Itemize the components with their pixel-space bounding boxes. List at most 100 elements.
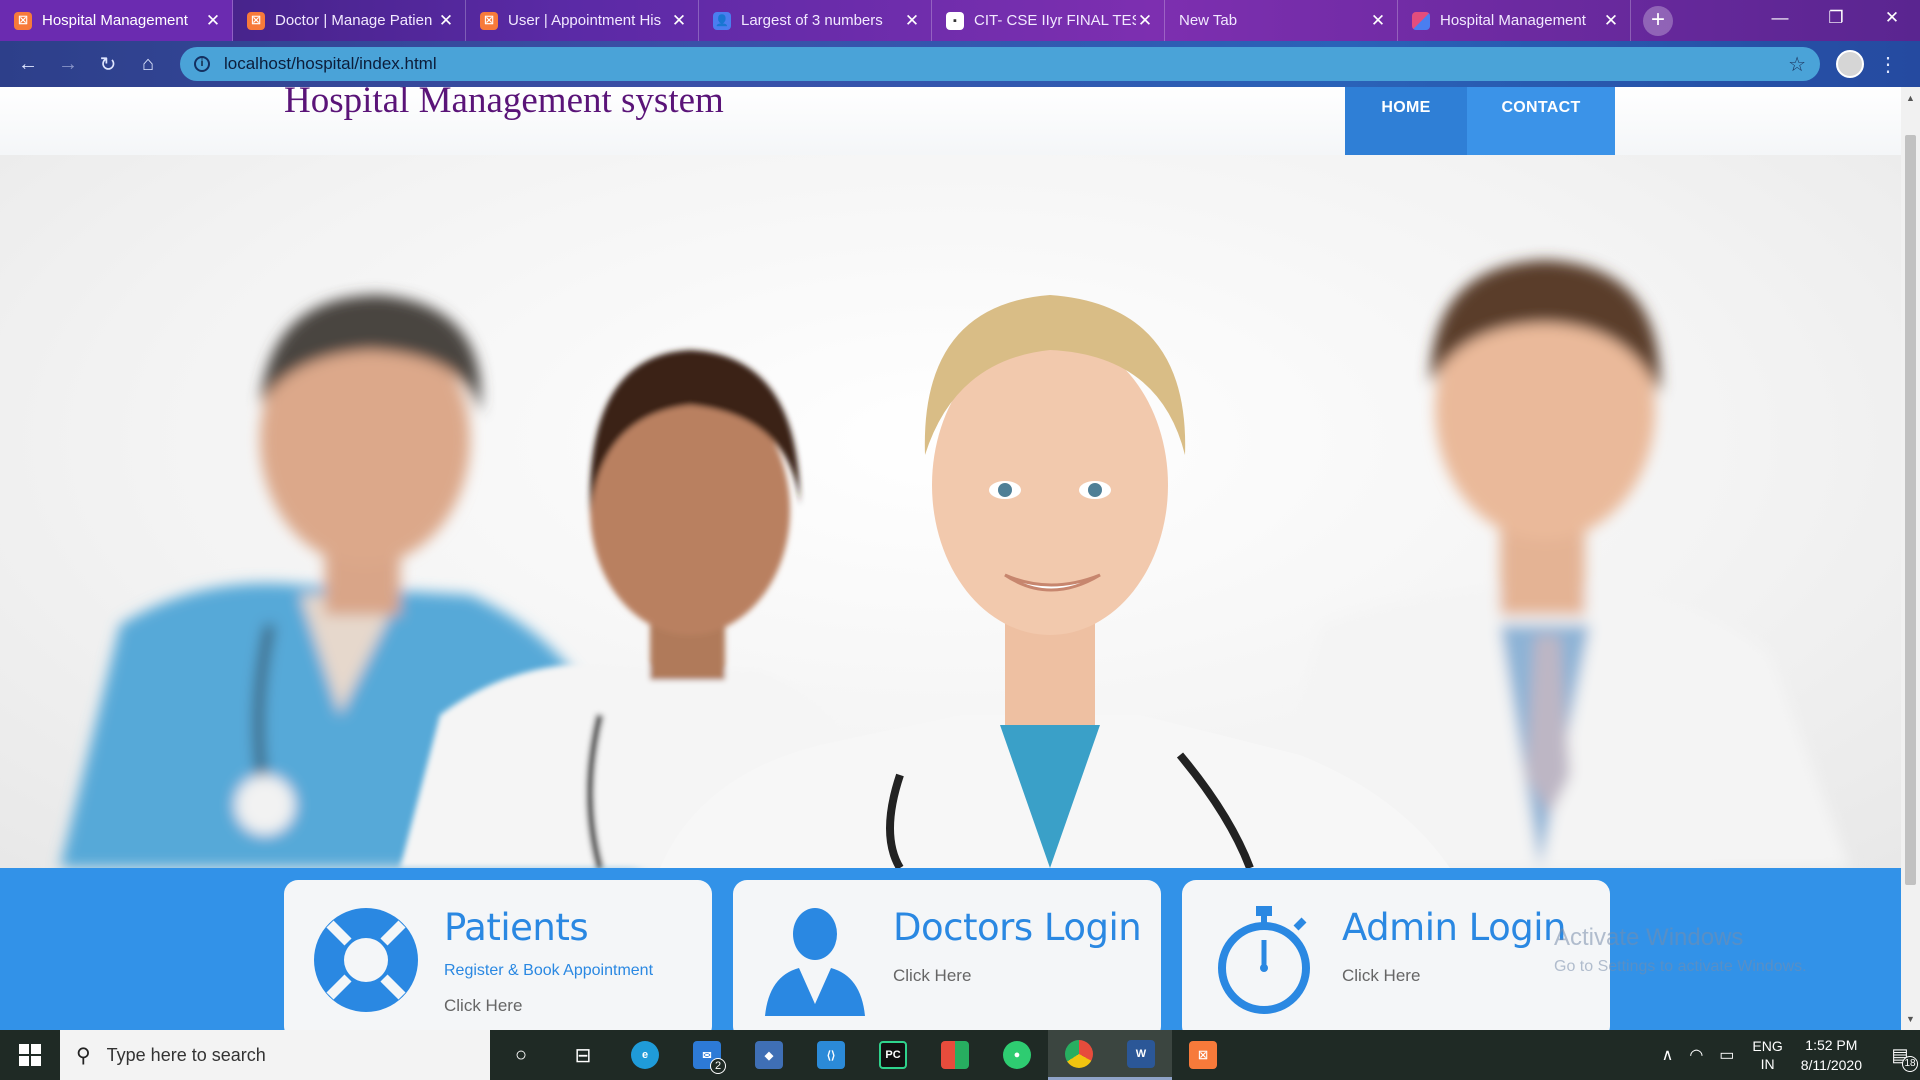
bookmark-star-icon[interactable]: ☆ (1788, 52, 1806, 77)
restore-icon[interactable]: ❐ (1808, 0, 1864, 35)
mail-icon[interactable]: ✉ 2 (676, 1030, 738, 1080)
stopwatch-icon (1218, 906, 1310, 1014)
close-tab-icon[interactable]: ✕ (437, 11, 455, 31)
click-here-link[interactable]: Click Here (893, 966, 971, 986)
xampp-icon[interactable]: ☒ (1172, 1030, 1234, 1080)
tab-largest-of-3-numbers[interactable]: 👤 Largest of 3 numbers ✕ (699, 0, 932, 41)
notification-count: 18 (1902, 1056, 1918, 1072)
scroll-down-icon[interactable]: ▼ (1901, 1014, 1920, 1024)
site-nav: HOME CONTACT (1345, 87, 1615, 155)
xampp-icon: ☒ (14, 11, 32, 30)
browser-toolbar: ← → ↻ ⌂ i localhost/hospital/index.html … (0, 41, 1920, 87)
task-view-icon[interactable]: ⊟ (552, 1030, 614, 1080)
tab-title: New Tab (1179, 12, 1238, 29)
scrollbar-thumb[interactable] (1905, 135, 1916, 885)
card-title: Patients (444, 906, 589, 949)
windows-start-button[interactable] (0, 1030, 60, 1080)
document-icon: ▪ (946, 11, 964, 30)
windows-taskbar: ⚲ Type here to search ○ ⊟ e ✉ 2 ◆ ⟨⟩ PC … (0, 1030, 1920, 1080)
close-tab-icon[interactable]: ✕ (1369, 11, 1387, 31)
doctor-icon (765, 908, 865, 1016)
click-here-link[interactable]: Click Here (1342, 966, 1420, 986)
window-controls: — ❐ ✕ (1752, 0, 1920, 35)
forward-icon[interactable]: → (48, 44, 88, 84)
taskbar-search[interactable]: ⚲ Type here to search (60, 1030, 490, 1080)
tab-title: Largest of 3 numbers (741, 12, 883, 29)
site-title: Hospital Management system (284, 87, 724, 121)
language-text: ENG (1752, 1038, 1783, 1054)
close-tab-icon[interactable]: ✕ (204, 11, 222, 31)
cortana-icon[interactable]: ○ (490, 1030, 552, 1080)
close-window-icon[interactable]: ✕ (1864, 0, 1920, 35)
maps-icon[interactable]: ● (986, 1030, 1048, 1080)
wifi-icon[interactable]: ◠ (1689, 1045, 1703, 1065)
admin-login-card[interactable]: Admin Login Click Here (1182, 880, 1610, 1030)
tab-hospital-management[interactable]: ☒ Hospital Management ✕ (0, 0, 233, 41)
patients-card[interactable]: Patients Register & Book Appointment Cli… (284, 880, 712, 1030)
tab-title: CIT- CSE IIyr FINAL TES (974, 12, 1136, 29)
watermark-title: Activate Windows (1554, 924, 1744, 951)
new-tab-button[interactable]: + (1643, 6, 1673, 36)
close-tab-icon[interactable]: ✕ (903, 11, 921, 31)
doctors-login-card[interactable]: Doctors Login Click Here (733, 880, 1161, 1030)
reload-icon[interactable]: ↻ (88, 44, 128, 84)
xampp-icon: ☒ (247, 11, 265, 30)
click-here-link[interactable]: Click Here (444, 996, 522, 1016)
activate-windows-watermark: Activate Windows Go to Settings to activ… (1554, 924, 1807, 976)
site-header: Hospital Management system HOME CONTACT (0, 87, 1901, 155)
date-text: 8/11/2020 (1800, 1057, 1862, 1073)
tab-new-tab[interactable]: New Tab ✕ (1165, 0, 1398, 41)
url-text: localhost/hospital/index.html (224, 54, 437, 73)
nav-contact[interactable]: CONTACT (1467, 87, 1615, 155)
tab-title: User | Appointment His (508, 12, 662, 29)
menu-icon[interactable]: ⋮ (1878, 52, 1898, 77)
tab-doctor-manage-patient[interactable]: ☒ Doctor | Manage Patien ✕ (233, 0, 466, 41)
nav-home[interactable]: HOME (1345, 87, 1467, 155)
card-title: Admin Login (1342, 906, 1567, 949)
page-scrollbar[interactable]: ▲ ▼ (1901, 87, 1920, 1030)
close-tab-icon[interactable]: ✕ (1136, 11, 1154, 31)
system-tray: ∧ ◠ ▭ ENG IN 1:52 PM 8/11/2020 ▤ 18 (1654, 1030, 1920, 1080)
info-icon[interactable]: i (194, 56, 210, 72)
clock[interactable]: 1:52 PM 8/11/2020 (1801, 1035, 1862, 1075)
search-icon: ⚲ (76, 1044, 91, 1067)
lifebuoy-icon (314, 908, 418, 1012)
card-subtitle[interactable]: Register & Book Appointment (444, 962, 653, 980)
time-text: 1:52 PM (1805, 1037, 1858, 1053)
microsoft-store-icon[interactable] (924, 1030, 986, 1080)
region-text: IN (1760, 1056, 1775, 1072)
close-tab-icon[interactable]: ✕ (1602, 11, 1620, 31)
hero-image (0, 155, 1901, 868)
home-icon[interactable]: ⌂ (128, 44, 168, 84)
vscode-icon[interactable]: ⟨⟩ (800, 1030, 862, 1080)
tab-cit-cse-final-test[interactable]: ▪ CIT- CSE IIyr FINAL TES ✕ (932, 0, 1165, 41)
address-bar[interactable]: i localhost/hospital/index.html ☆ (180, 47, 1820, 81)
browser-tab-bar: ☒ Hospital Management ✕ ☒ Doctor | Manag… (0, 0, 1920, 41)
card-title: Doctors Login (893, 906, 1142, 949)
scroll-up-icon[interactable]: ▲ (1901, 93, 1920, 103)
tab-title: Hospital Management (42, 12, 188, 29)
hospital-icon (1412, 11, 1430, 30)
minimize-icon[interactable]: — (1752, 0, 1808, 35)
back-icon[interactable]: ← (8, 44, 48, 84)
word-icon[interactable]: W (1110, 1030, 1172, 1080)
language-indicator[interactable]: ENG IN (1752, 1037, 1782, 1073)
mail-badge: 2 (710, 1058, 726, 1074)
pycharm-icon[interactable]: PC (862, 1030, 924, 1080)
user-icon: 👤 (713, 11, 731, 30)
battery-icon[interactable]: ▭ (1719, 1045, 1734, 1065)
notification-center-icon[interactable]: ▤ 18 (1880, 1030, 1920, 1080)
virtualbox-icon[interactable]: ◆ (738, 1030, 800, 1080)
close-tab-icon[interactable]: ✕ (670, 11, 688, 31)
watermark-subtitle: Go to Settings to activate Windows. (1554, 958, 1807, 975)
edge-icon[interactable]: e (614, 1030, 676, 1080)
tab-user-appointment-history[interactable]: ☒ User | Appointment His ✕ (466, 0, 699, 41)
tab-title: Doctor | Manage Patien (275, 12, 433, 29)
xampp-icon: ☒ (480, 11, 498, 30)
chevron-up-icon[interactable]: ∧ (1662, 1045, 1674, 1065)
search-placeholder: Type here to search (106, 1044, 266, 1065)
tab-hospital-management-2[interactable]: Hospital Management ✕ (1398, 0, 1631, 41)
chrome-icon[interactable] (1048, 1030, 1110, 1080)
profile-avatar[interactable] (1836, 50, 1864, 78)
windows-logo-icon (19, 1044, 41, 1066)
